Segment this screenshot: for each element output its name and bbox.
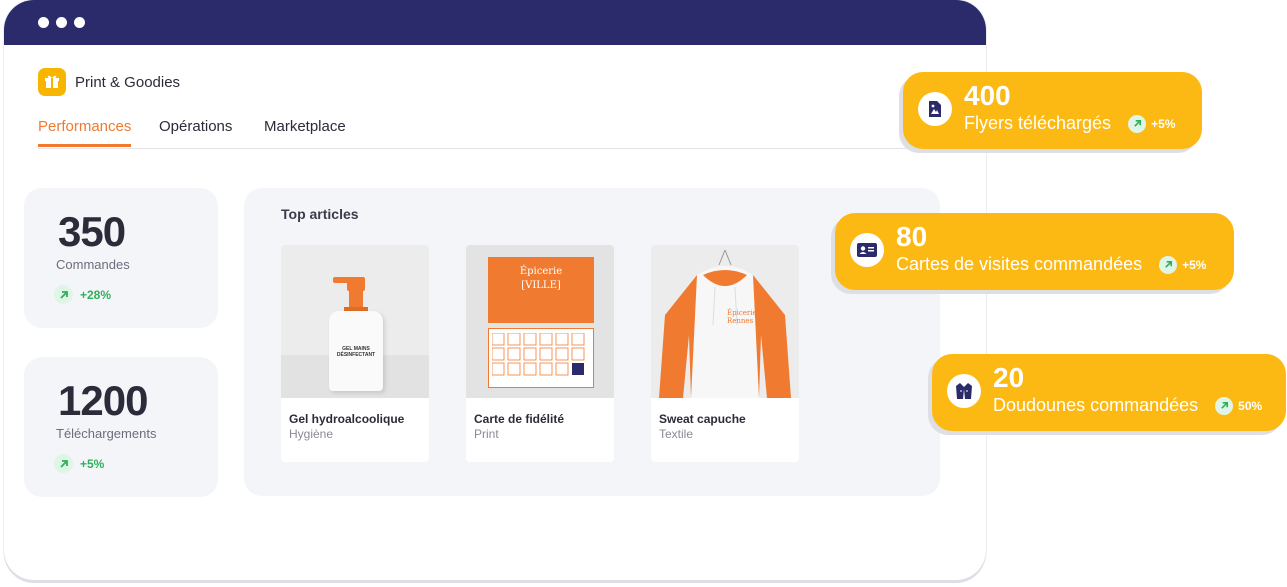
brand: Print & Goodies [38,68,180,96]
arrow-up-right-icon [1215,396,1234,415]
highlight-trend: 50% [1210,396,1262,415]
stat-card-commandes: 350 Commandes +28% [24,188,218,328]
stat-trend-value: +5% [80,456,105,471]
highlight-value: 400 [964,80,1011,111]
tab-operations[interactable]: Opérations [159,118,232,147]
product-image-carte: Épicerie [VILLE] [466,245,614,398]
top-articles-title: Top articles [281,206,359,222]
window-dot [38,17,49,28]
flyer-icon [918,92,952,126]
product-card[interactable]: GEL MAINS DÉSINFECTANT Gel hydroalcooliqu… [281,245,429,462]
product-name: Gel hydroalcoolique [289,412,405,426]
stat-trend-value: +28% [80,287,112,302]
product-image-text: Épicerie [VILLE] [519,266,563,291]
gift-icon [38,68,66,96]
product-image-text: GEL MAINS DÉSINFECTANT [336,346,376,358]
highlight-trend: +5% [1154,255,1206,274]
product-category: Print [474,427,499,441]
brand-name: Print & Goodies [75,73,181,91]
stat-label: Commandes [56,257,130,272]
product-image-gel: GEL MAINS DÉSINFECTANT [281,245,429,398]
arrow-up-right-icon [1128,114,1147,133]
arrow-up-right-icon [1159,255,1178,274]
arrow-up-right-icon [54,454,73,473]
product-category: Hygiène [289,427,334,441]
product-category: Textile [659,427,694,441]
highlight-value: 20 [993,362,1025,393]
product-name: Sweat capuche [659,412,746,426]
product-image-text: Épicerie Rennes [727,309,757,325]
stat-trend: +28% [54,285,111,304]
highlight-card-doudounes: 20 Doudounes commandées 50% [932,354,1286,431]
product-card[interactable]: Épicerie Rennes Sweat capuche Textile [651,245,799,462]
tab-performances[interactable]: Performances [38,118,132,147]
tab-marketplace[interactable]: Marketplace [264,118,346,147]
product-card[interactable]: Épicerie [VILLE] Carte de fidélité Print [466,245,614,462]
window-titlebar [4,0,986,45]
stat-card-telechargements: 1200 Téléchargements +5% [24,357,218,497]
business-card-icon [850,233,884,267]
stat-value: 1200 [58,377,148,424]
product-image-sweat: Épicerie Rennes [651,245,799,398]
product-name: Carte de fidélité [474,412,565,426]
highlight-label: Cartes de visites commandées +5% [896,254,1207,274]
window-dot [74,17,85,28]
highlight-label: Doudounes commandées 50% [993,395,1263,415]
highlight-card-flyers: 400 Flyers téléchargés +5% [903,72,1202,149]
highlight-card-cartes: 80 Cartes de visites commandées +5% [835,213,1234,290]
window-dot [56,17,67,28]
stat-label: Téléchargements [56,426,157,441]
app-window: Print & Goodies Performances Opérations … [4,0,986,580]
arrow-up-right-icon [54,285,73,304]
vest-icon [947,374,981,408]
highlight-value: 80 [896,221,928,252]
highlight-trend: +5% [1123,114,1175,133]
stat-value: 350 [58,208,126,255]
highlight-label: Flyers téléchargés +5% [964,113,1176,133]
stat-trend: +5% [54,454,104,473]
tab-bar: Performances Opérations Marketplace [38,118,918,149]
